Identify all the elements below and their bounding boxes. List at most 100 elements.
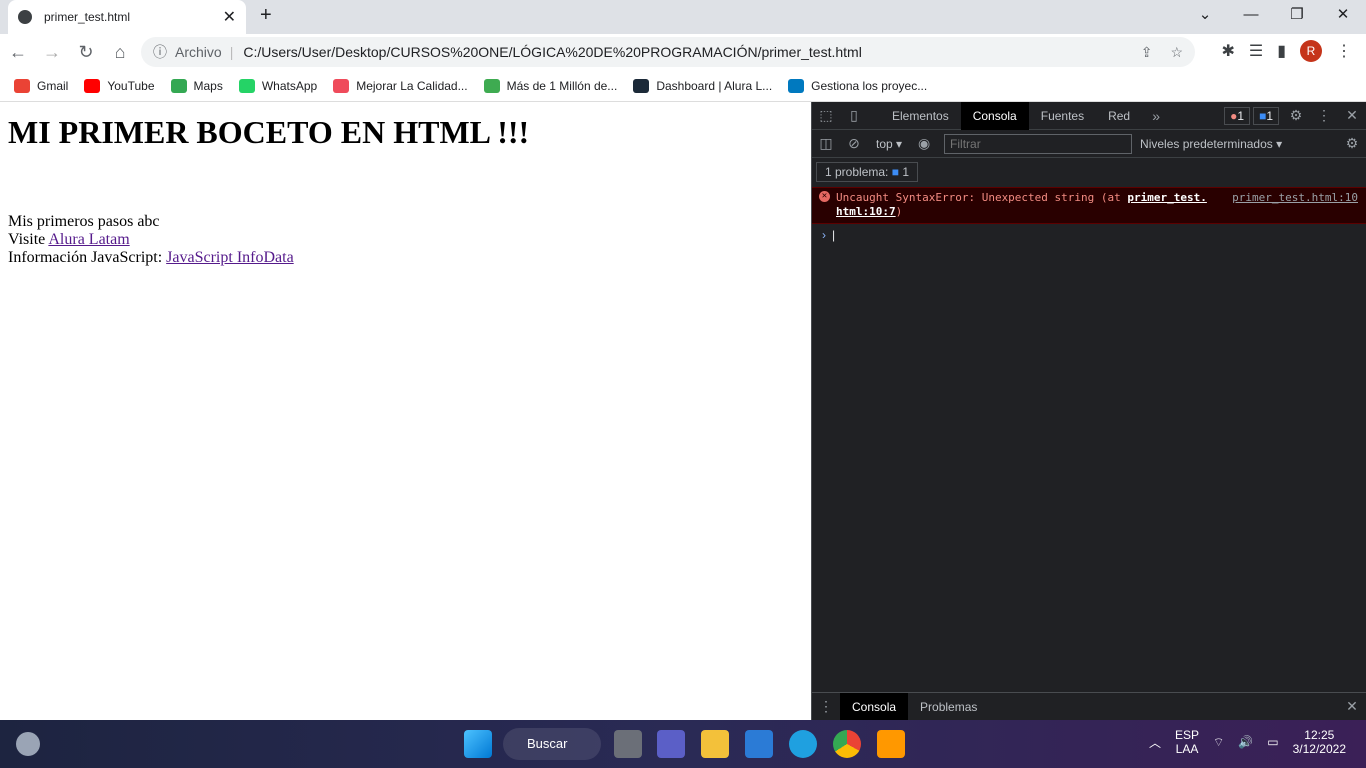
show-hidden-icons[interactable]: ︿ bbox=[1149, 734, 1161, 751]
back-button[interactable]: ← bbox=[8, 42, 28, 63]
url-text: C:/Users/User/Desktop/CURSOS%20ONE/LÓGIC… bbox=[243, 44, 862, 60]
bookmark-favicon-icon bbox=[170, 78, 187, 93]
volume-icon[interactable]: 🔊 bbox=[1238, 735, 1253, 749]
clear-console-icon[interactable]: ⊘ bbox=[840, 135, 868, 152]
context-select[interactable]: top ▾ bbox=[868, 137, 910, 151]
bookmark-label: Más de 1 Millón de... bbox=[506, 78, 618, 93]
globe-icon bbox=[18, 10, 32, 24]
minimize-button[interactable]: — bbox=[1228, 0, 1274, 34]
bookmark-label: Gestiona los proyec... bbox=[811, 78, 928, 93]
info-icon[interactable]: ⓘ bbox=[153, 42, 167, 62]
issues-badge[interactable]: ■1 bbox=[1253, 106, 1279, 125]
tab-title: primer_test.html bbox=[44, 10, 131, 24]
tab-fuentes[interactable]: Fuentes bbox=[1029, 102, 1096, 130]
address-bar[interactable]: ⓘ Archivo | C:/Users/User/Desktop/CURSOS… bbox=[141, 37, 1195, 67]
sidebar-toggle-icon[interactable]: ◫ bbox=[812, 135, 840, 152]
bookmark-label: Dashboard | Alura L... bbox=[656, 78, 773, 93]
extensions-icon[interactable]: ✱ bbox=[1221, 41, 1234, 61]
tab-consola[interactable]: Consola bbox=[960, 101, 1029, 130]
language-indicator[interactable]: ESP LAA bbox=[1175, 728, 1199, 756]
start-icon[interactable] bbox=[464, 730, 492, 758]
avatar[interactable]: R bbox=[1300, 40, 1322, 62]
bookmark-label: Gmail bbox=[37, 78, 69, 93]
bookmark-item[interactable]: Gmail bbox=[14, 78, 69, 93]
side-panel-icon[interactable]: ▮ bbox=[1277, 41, 1286, 61]
file-explorer-icon[interactable] bbox=[701, 730, 729, 758]
bookmark-item[interactable]: Dashboard | Alura L... bbox=[633, 78, 773, 93]
home-button[interactable]: ⌂ bbox=[110, 42, 130, 63]
bookmark-item[interactable]: Gestiona los proyec... bbox=[788, 78, 928, 93]
menu-icon[interactable]: ⋮ bbox=[1336, 41, 1352, 61]
close-window-button[interactable]: ✕ bbox=[1320, 0, 1366, 34]
reading-list-icon[interactable]: ☰ bbox=[1249, 41, 1263, 61]
console-error: ✕ primer_test.html:10 Uncaught SyntaxErr… bbox=[812, 187, 1366, 224]
drawer-tab-consola[interactable]: Consola bbox=[840, 692, 909, 721]
console-settings-icon[interactable]: ⚙ bbox=[1338, 135, 1366, 152]
chrome-icon[interactable] bbox=[833, 730, 861, 758]
bookmark-item[interactable]: Mejorar La Calidad... bbox=[333, 78, 468, 93]
tab-elementos[interactable]: Elementos bbox=[880, 102, 961, 130]
device-toolbar-icon[interactable]: ▯ bbox=[840, 107, 868, 124]
drawer-menu-icon[interactable]: ⋮ bbox=[812, 698, 840, 715]
bookmark-label: YouTube bbox=[107, 78, 155, 93]
eye-icon[interactable]: ◉ bbox=[910, 135, 938, 152]
toolbar: ← → ↻ ⌂ ⓘ Archivo | C:/Users/User/Deskto… bbox=[0, 34, 1366, 70]
bookmark-favicon-icon bbox=[788, 78, 805, 93]
text-line: Mis primeros pasos abc bbox=[8, 213, 160, 230]
bookmark-label: Maps bbox=[193, 78, 223, 93]
error-source-link[interactable]: primer_test.html:10 bbox=[1232, 191, 1358, 205]
reload-button[interactable]: ↻ bbox=[76, 42, 96, 63]
battery-icon[interactable]: ▭ bbox=[1267, 735, 1278, 749]
task-view-icon[interactable] bbox=[614, 730, 642, 758]
drawer-tab-problemas[interactable]: Problemas bbox=[908, 693, 989, 721]
problems-button[interactable]: 1 problema: ■ 1 bbox=[816, 162, 918, 182]
tab-search-icon[interactable]: ⌄ bbox=[1182, 0, 1228, 34]
drawer: ⋮ Consola Problemas ✕ bbox=[812, 692, 1366, 721]
search-button[interactable]: Buscar bbox=[503, 728, 601, 760]
browser-tab[interactable]: primer_test.html ✕ bbox=[8, 0, 246, 34]
settings-icon[interactable]: ⚙ bbox=[1282, 107, 1310, 124]
share-icon[interactable]: ⇪ bbox=[1141, 44, 1153, 61]
wifi-icon[interactable]: ⌔ bbox=[1213, 735, 1224, 750]
more-tabs-icon[interactable]: » bbox=[1142, 108, 1170, 124]
restore-button[interactable]: ❐ bbox=[1274, 0, 1320, 34]
bookmark-item[interactable]: WhatsApp bbox=[238, 78, 317, 93]
star-icon[interactable]: ☆ bbox=[1170, 44, 1183, 61]
bookmark-favicon-icon bbox=[84, 78, 101, 93]
error-badge[interactable]: ●1 bbox=[1224, 106, 1251, 125]
alura-link[interactable]: Alura Latam bbox=[48, 231, 129, 248]
teams-icon[interactable] bbox=[657, 730, 685, 758]
store-icon[interactable] bbox=[745, 730, 773, 758]
tab-red[interactable]: Red bbox=[1096, 102, 1142, 130]
edge-icon[interactable] bbox=[789, 730, 817, 758]
bookmark-favicon-icon bbox=[238, 78, 255, 93]
bookmark-item[interactable]: Maps bbox=[170, 78, 223, 93]
close-drawer-icon[interactable]: ✕ bbox=[1338, 698, 1366, 715]
inspect-icon[interactable]: ⬚ bbox=[812, 107, 840, 124]
bookmark-item[interactable]: Más de 1 Millón de... bbox=[483, 78, 618, 93]
close-tab-icon[interactable]: ✕ bbox=[223, 7, 236, 27]
bookmark-item[interactable]: YouTube bbox=[84, 78, 155, 93]
filter-input[interactable] bbox=[944, 133, 1133, 154]
bookmark-favicon-icon bbox=[14, 78, 30, 93]
bookmark-favicon-icon bbox=[483, 78, 500, 93]
text-line: Información JavaScript: bbox=[8, 249, 167, 266]
address-prefix: Archivo bbox=[175, 44, 222, 60]
clock[interactable]: 12:25 3/12/2022 bbox=[1293, 728, 1346, 756]
new-tab-button[interactable]: + bbox=[260, 4, 272, 27]
forward-button[interactable]: → bbox=[42, 42, 62, 63]
tab-strip: primer_test.html ✕ + ⌄ — ❐ ✕ bbox=[0, 0, 1366, 34]
page-title: MI PRIMER BOCETO EN HTML !!! bbox=[8, 114, 530, 150]
javascript-link[interactable]: JavaScript InfoData bbox=[166, 249, 294, 266]
text-line: Visite bbox=[8, 231, 49, 248]
error-icon: ✕ bbox=[819, 191, 830, 202]
weather-icon[interactable] bbox=[16, 732, 40, 756]
bookmark-favicon-icon bbox=[633, 78, 650, 93]
close-devtools-icon[interactable]: ✕ bbox=[1338, 107, 1366, 124]
levels-dropdown[interactable]: Niveles predeterminados ▾ bbox=[1140, 137, 1282, 151]
taskbar: Buscar ︿ ESP LAA ⌔ 🔊 ▭ 12:25 3/12/2022 bbox=[0, 720, 1366, 768]
console-prompt[interactable]: › | bbox=[812, 224, 1366, 246]
bookmark-favicon-icon bbox=[333, 78, 350, 93]
sublime-text-icon[interactable] bbox=[877, 730, 905, 758]
more-icon[interactable]: ⋮ bbox=[1310, 107, 1338, 124]
